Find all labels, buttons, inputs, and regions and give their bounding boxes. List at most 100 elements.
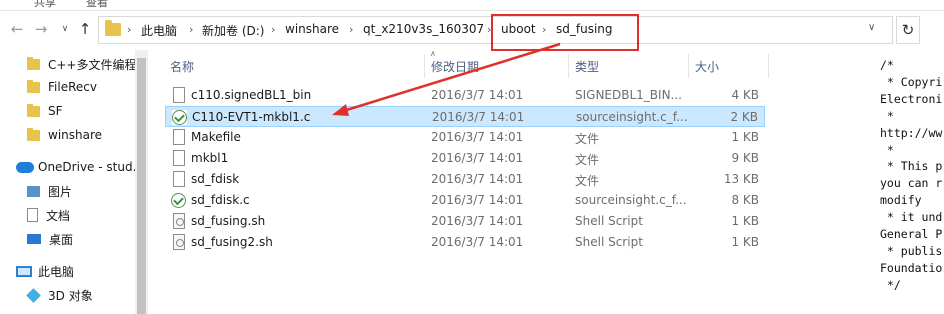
column-divider[interactable] xyxy=(424,54,425,78)
file-date: 2016/3/7 14:01 xyxy=(431,214,524,228)
column-divider[interactable] xyxy=(688,54,689,78)
column-header-date[interactable]: 修改日期 xyxy=(431,58,479,75)
sidebar-item-cpp[interactable]: C++多文件编程 xyxy=(27,54,137,74)
preview-line: * Copyri xyxy=(880,74,943,89)
preview-line: http://ww xyxy=(880,125,943,140)
annotation-highlight-box xyxy=(491,14,639,51)
computer-icon xyxy=(16,265,32,277)
preview-line: * This p xyxy=(880,159,943,174)
file-icon xyxy=(173,171,185,187)
sidebar-item-label: 图片 xyxy=(48,184,73,199)
breadcrumb-this-pc[interactable]: 此电脑 xyxy=(141,22,177,39)
sidebar-item-onedrive[interactable]: OneDrive - stud. xyxy=(16,157,136,177)
breadcrumb-drive-d[interactable]: 新加卷 (D:) xyxy=(202,22,264,39)
file-date: 2016/3/7 14:01 xyxy=(431,193,524,207)
ribbon-tab-view[interactable]: 查看 xyxy=(86,0,108,10)
file-name: Makefile xyxy=(191,130,241,144)
c-source-icon xyxy=(171,193,186,208)
sidebar-item-desktop[interactable]: 桌面 xyxy=(27,229,73,249)
sidebar-scrollbar-thumb[interactable] xyxy=(137,58,146,314)
chevron-right-icon[interactable]: › xyxy=(189,23,193,36)
navigation-bar: ← → ∨ ↑ › 此电脑 › 新加卷 (D:) › winshare › qt… xyxy=(0,14,944,46)
file-type: SIGNEDBL1_BIN... xyxy=(575,88,682,102)
folder-icon xyxy=(27,56,40,70)
file-icon xyxy=(173,129,185,145)
sidebar-item-label: C++多文件编程 xyxy=(48,57,137,72)
sidebar-item-label: 文档 xyxy=(46,208,71,223)
chevron-right-icon[interactable]: › xyxy=(349,23,353,36)
table-row[interactable]: sd_fdisk 2016/3/7 14:01 文件 13 KB xyxy=(165,169,765,190)
sidebar-item-winshare[interactable]: winshare xyxy=(27,125,102,145)
chevron-down-icon[interactable]: ∨ xyxy=(868,22,875,33)
chevron-right-icon[interactable]: › xyxy=(271,23,275,36)
sidebar-item-this-pc[interactable]: 此电脑 xyxy=(16,261,74,281)
table-row[interactable]: sd_fdisk.c 2016/3/7 14:01 sourceinsight.… xyxy=(165,190,765,211)
back-arrow-icon[interactable]: ← xyxy=(6,18,28,40)
preview-line: /* xyxy=(880,58,894,72)
documents-icon xyxy=(27,208,38,222)
up-arrow-icon[interactable]: ↑ xyxy=(74,18,96,40)
file-date: 2016/3/7 14:01 xyxy=(431,172,524,186)
ribbon-strip: 共享 查看 xyxy=(0,0,944,11)
sort-caret-icon: ∧ xyxy=(430,49,436,58)
file-size: 9 KB xyxy=(731,151,759,165)
c-source-icon xyxy=(172,110,187,125)
column-header-name[interactable]: 名称 xyxy=(170,58,194,75)
file-type: 文件 xyxy=(575,174,600,188)
file-type: Shell Script xyxy=(575,214,643,228)
pictures-icon xyxy=(27,185,40,197)
preview-line: * xyxy=(880,108,894,123)
sidebar-item-filerecv[interactable]: FileRecv xyxy=(27,77,97,97)
column-header-type[interactable]: 类型 xyxy=(575,58,599,75)
preview-line: */ xyxy=(880,277,901,292)
table-row[interactable]: sd_fusing2.sh 2016/3/7 14:01 Shell Scrip… xyxy=(165,232,765,253)
forward-arrow-icon[interactable]: → xyxy=(30,18,52,40)
cloud-icon xyxy=(16,161,34,173)
folder-icon xyxy=(27,127,40,141)
table-row[interactable]: mkbl1 2016/3/7 14:01 文件 9 KB xyxy=(165,148,765,169)
preview-line: Foundatio xyxy=(880,260,943,275)
refresh-icon[interactable]: ↻ xyxy=(896,16,920,44)
table-row-selected[interactable]: C110-EVT1-mkbl1.c 2016/3/7 14:01 sourcei… xyxy=(165,106,765,127)
column-divider[interactable] xyxy=(568,54,569,78)
file-size: 13 KB xyxy=(723,172,759,186)
column-header-size[interactable]: 大小 xyxy=(695,58,719,75)
sidebar-item-label: winshare xyxy=(48,128,103,142)
column-divider[interactable] xyxy=(768,54,769,78)
preview-pane: /* * Copyri Electroni * http://ww * * This… xyxy=(876,50,944,314)
preview-line: General P xyxy=(880,227,943,241)
sidebar-item-label: 此电脑 xyxy=(38,264,75,279)
table-row[interactable]: sd_fusing.sh 2016/3/7 14:01 Shell Script… xyxy=(165,211,765,232)
file-name: sd_fusing.sh xyxy=(191,214,266,228)
sidebar-item-label: 桌面 xyxy=(49,232,74,247)
preview-line: Electroni xyxy=(880,91,943,106)
file-name: sd_fusing2.sh xyxy=(191,235,273,249)
file-name: mkbl1 xyxy=(191,151,229,165)
file-size: 1 KB xyxy=(731,235,759,249)
file-type: sourceinsight.c_f... xyxy=(576,110,688,124)
table-row[interactable]: c110.signedBL1_bin 2016/3/7 14:01 SIGNED… xyxy=(165,85,765,106)
sidebar-item-sf[interactable]: SF xyxy=(27,101,63,121)
preview-line: * it und xyxy=(880,210,943,225)
sidebar-item-pictures[interactable]: 图片 xyxy=(27,181,72,201)
breadcrumb-winshare[interactable]: winshare xyxy=(285,22,339,36)
preview-line: * publis xyxy=(880,243,943,258)
sidebar-item-label: FileRecv xyxy=(48,80,97,94)
shell-script-icon xyxy=(173,234,185,250)
chevron-down-icon[interactable]: ∨ xyxy=(54,18,76,40)
sidebar-item-label: OneDrive - stud. xyxy=(38,160,137,174)
chevron-right-icon[interactable]: › xyxy=(127,23,131,36)
sidebar-item-documents[interactable]: 文档 xyxy=(27,205,70,225)
file-type: Shell Script xyxy=(575,235,643,249)
ribbon-tab-share[interactable]: 共享 xyxy=(34,0,56,10)
breadcrumb-qt-x210[interactable]: qt_x210v3s_160307 xyxy=(363,22,484,36)
file-date: 2016/3/7 14:01 xyxy=(432,110,525,124)
file-type: 文件 xyxy=(575,153,600,167)
file-date: 2016/3/7 14:01 xyxy=(431,88,524,102)
table-row[interactable]: Makefile 2016/3/7 14:01 文件 1 KB xyxy=(165,127,765,148)
file-date: 2016/3/7 14:01 xyxy=(431,130,524,144)
sidebar-item-3d-objects[interactable]: 3D 对象 xyxy=(26,285,93,305)
preview-line: * xyxy=(880,142,894,157)
shell-script-icon xyxy=(173,213,185,229)
desktop-icon xyxy=(27,234,41,244)
